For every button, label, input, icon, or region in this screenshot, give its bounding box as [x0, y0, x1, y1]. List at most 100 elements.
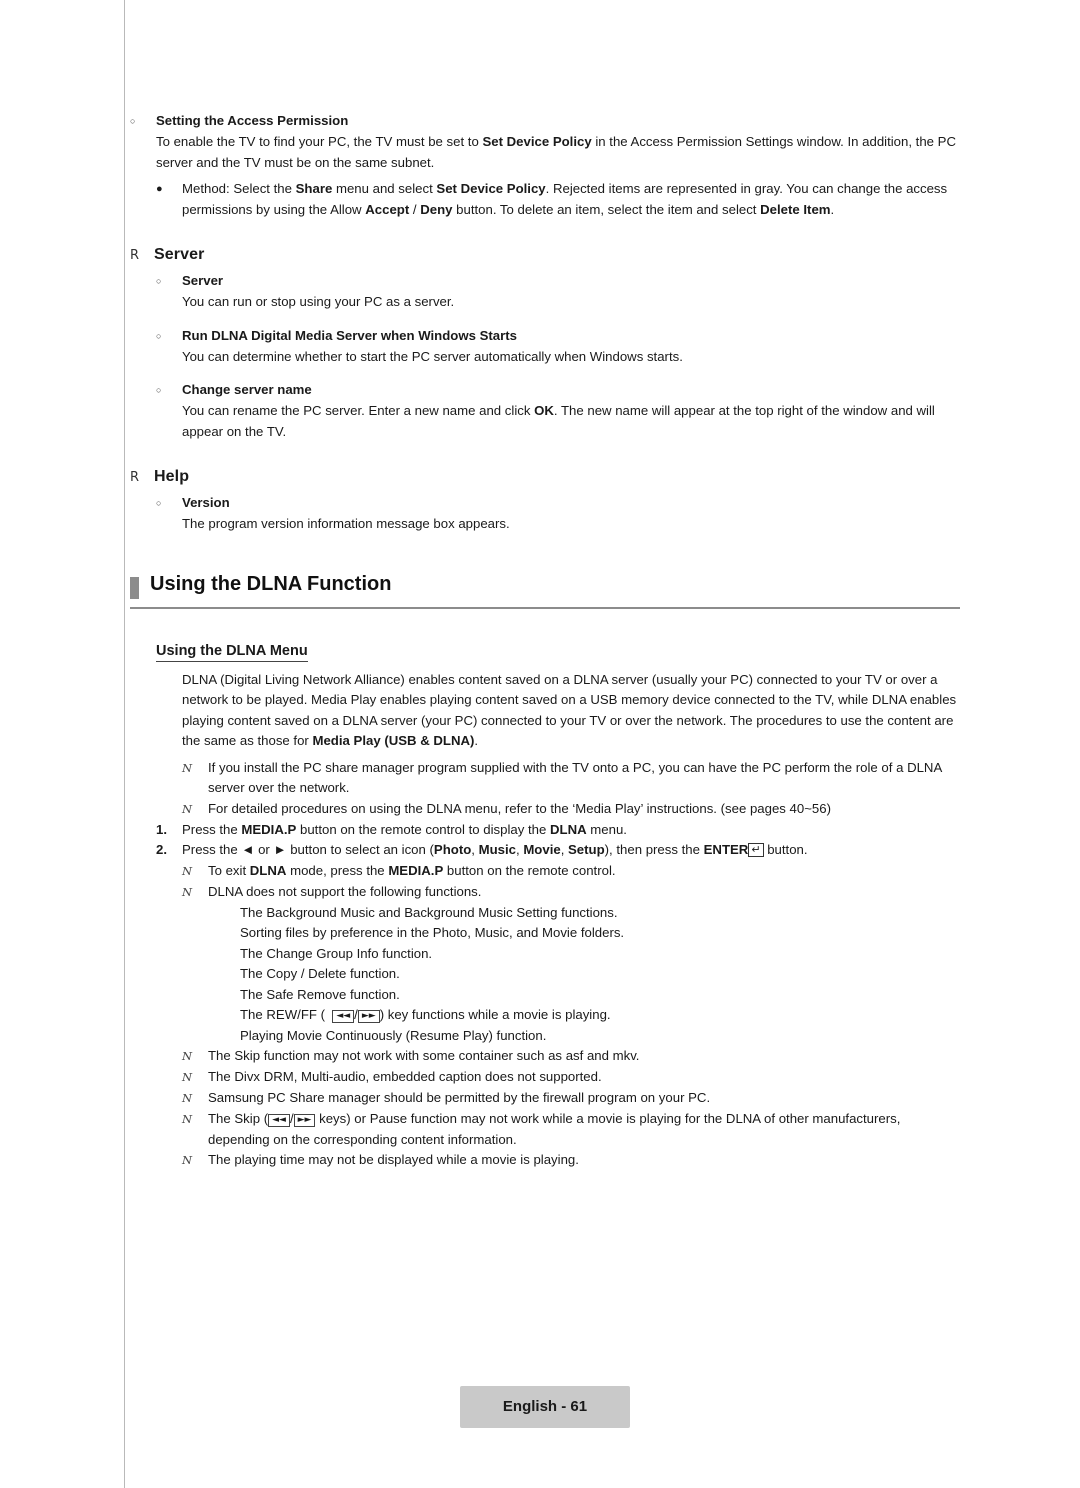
document-page: ○ Setting the Access Permission To enabl…	[0, 0, 1080, 1488]
media-play-usb-dlna-bold: Media Play (USB & DLNA)	[312, 733, 475, 748]
circle-bullet-icon: ○	[156, 276, 162, 286]
right-arrow-icon: ►	[273, 842, 287, 857]
server-item3-part1: You can rename the PC server. Enter a ne…	[182, 403, 535, 418]
dlna-step1-text: Press the MEDIA.P button on the remote c…	[182, 820, 960, 841]
dlna-note7-text: Samsung PC Share manager should be permi…	[208, 1090, 711, 1105]
note-icon: N	[182, 801, 193, 816]
step2-or: or	[254, 842, 274, 857]
dlna-intro-paragraph: DLNA (Digital Living Network Alliance) e…	[182, 670, 960, 752]
step1-part1: Press the	[182, 821, 242, 837]
step2-sep3: ,	[560, 842, 569, 857]
page-footer: English - 61	[460, 1386, 630, 1428]
note-icon: N	[182, 760, 193, 775]
dlna-note8-text: The Skip (◄◄ / ►► keys) or Pause function …	[208, 1109, 960, 1150]
dlna-note7-row: N Samsung PC Share manager should be per…	[182, 1088, 960, 1109]
help-item1-text: The program version information message …	[182, 516, 510, 531]
music-bold: Music	[478, 842, 516, 857]
step2-part4: button.	[763, 842, 808, 857]
access-permission-paragraph: To enable the TV to find your PC, the TV…	[156, 132, 960, 173]
filled-dot-icon: ●	[156, 183, 163, 195]
method-part2: menu and select	[332, 181, 437, 196]
server-item3-text: You can rename the PC server. Enter a ne…	[182, 401, 960, 442]
method-bullet-row: ● Method: Select the Share menu and sele…	[156, 179, 960, 220]
step1-part2: button on the remote control to display …	[296, 821, 550, 837]
r-marker-icon: R	[130, 248, 140, 263]
method-period: .	[830, 201, 835, 217]
note-icon: N	[182, 863, 193, 878]
help-section-heading: R Help	[130, 468, 960, 486]
banner-title: Using the DLNA Function	[150, 572, 392, 595]
ok-bold: OK	[534, 403, 554, 418]
dlna-intro-part2: .	[474, 733, 479, 748]
access-permission-heading-row: ○ Setting the Access Permission	[130, 110, 960, 132]
note-icon: N	[182, 1070, 193, 1084]
unsupported-item-3: The Copy / Delete function.	[240, 966, 400, 981]
step2-sep1: ,	[471, 842, 479, 857]
server-item2-text: You can determine whether to start the P…	[182, 348, 683, 364]
dlna-note3-row: N To exit DLNA mode, press the MEDIA.P b…	[182, 861, 960, 882]
mediap-bold-1: MEDIA.P	[241, 821, 297, 837]
dlna-menu-subhead-wrap: Using the DLNA Menu	[156, 625, 960, 670]
note8-part1: The Skip (	[208, 1111, 269, 1126]
unsupported-item-2: The Change Group Info function.	[240, 945, 433, 961]
set-device-policy-bold-2: Set Device Policy	[436, 181, 546, 196]
server-item1-heading-row: ○ Server	[156, 270, 960, 292]
skip-back-key-icon: ◄◄	[268, 1114, 290, 1127]
dlna-function-banner: Using the DLNA Function	[130, 572, 960, 609]
rewind-key-icon: ◄◄	[332, 1010, 355, 1023]
note3-part3: button on the remote control.	[443, 862, 616, 878]
circle-bullet-icon: ○	[156, 385, 162, 395]
help-item1-heading-row: ○ Version	[156, 492, 960, 514]
setup-bold: Setup	[568, 842, 605, 857]
left-arrow-icon: ◄	[241, 842, 255, 857]
banner-underline	[130, 606, 960, 609]
accept-bold: Accept	[365, 201, 410, 217]
fastforward-key-icon: ►►	[357, 1010, 380, 1023]
share-bold: Share	[295, 181, 333, 196]
dlna-step2-row: 2. Press the ◄ or ► button to select an …	[156, 840, 960, 861]
left-margin-rule	[124, 0, 125, 1488]
dlna-menu-subhead: Using the DLNA Menu	[156, 643, 308, 662]
help-heading-label: Help	[154, 468, 190, 485]
access-permission-heading: Setting the Access Permission	[156, 113, 349, 128]
server-item1-heading: Server	[182, 273, 224, 288]
note3-part1: To exit	[208, 862, 250, 878]
movie-bold: Movie	[523, 842, 561, 857]
dlna-step1-row: 1. Press the MEDIA.P button on the remot…	[156, 820, 960, 841]
rewff-part1: The REW/FF (	[240, 1007, 325, 1022]
dlna-note1-row: N If you install the PC share manager pr…	[182, 758, 960, 799]
step-1-number: 1.	[156, 821, 167, 837]
unsupported-item-rewff: The REW/FF ( ◄◄ / ►►) key functions while …	[240, 1005, 960, 1026]
dlna-bold-1: DLNA	[549, 821, 587, 837]
unsupported-item-resume: Playing Movie Continuously (Resume Play)…	[240, 1027, 547, 1043]
step-2-number: 2.	[156, 842, 167, 857]
dlna-note4-row: N DLNA does not support the following fu…	[182, 882, 960, 903]
server-item2-heading: Run DLNA Digital Media Server when Windo…	[182, 327, 517, 343]
unsupported-item-0: The Background Music and Background Musi…	[240, 904, 618, 920]
method-part1: Method: Select the	[182, 181, 296, 196]
access-para-part1: To enable the TV to find your PC, the TV…	[156, 134, 483, 149]
server-item1-text: You can run or stop using your PC as a s…	[182, 294, 455, 309]
unsupported-item-4: The Safe Remove function.	[240, 986, 400, 1002]
server-section-heading: R Server	[130, 246, 960, 264]
step2-part3: ), then press the	[604, 842, 704, 857]
method-slash: /	[409, 201, 421, 217]
unsupported-item-1: Sorting files by preference in the Photo…	[240, 925, 625, 940]
circle-bullet-icon: ○	[156, 498, 162, 508]
mediap-bold-2: MEDIA.P	[388, 862, 444, 878]
dlna-note4-text: DLNA does not support the following func…	[208, 883, 482, 899]
dlna-note8-row: N The Skip (◄◄ / ►► keys) or Pause functio…	[182, 1109, 960, 1150]
dlna-note9-row: N The playing time may not be displayed …	[182, 1150, 960, 1171]
set-device-policy-bold-1: Set Device Policy	[482, 134, 592, 149]
method-text: Method: Select the Share menu and select…	[182, 179, 960, 220]
note-icon: N	[182, 884, 193, 899]
server-item3-heading: Change server name	[182, 382, 312, 397]
step2-part2: button to select an icon (	[286, 842, 434, 857]
circle-bullet-icon: ○	[156, 330, 162, 341]
page-number-label: English - 61	[502, 1398, 588, 1415]
dlna-note2-text: For detailed procedures on using the DLN…	[208, 800, 831, 816]
dlna-note9-text: The playing time may not be displayed wh…	[208, 1152, 579, 1167]
dlna-note2-row: N For detailed procedures on using the D…	[182, 799, 960, 820]
dlna-note5-row: N The Skip function may not work with so…	[182, 1046, 960, 1067]
note3-part2: mode, press the	[286, 862, 389, 878]
